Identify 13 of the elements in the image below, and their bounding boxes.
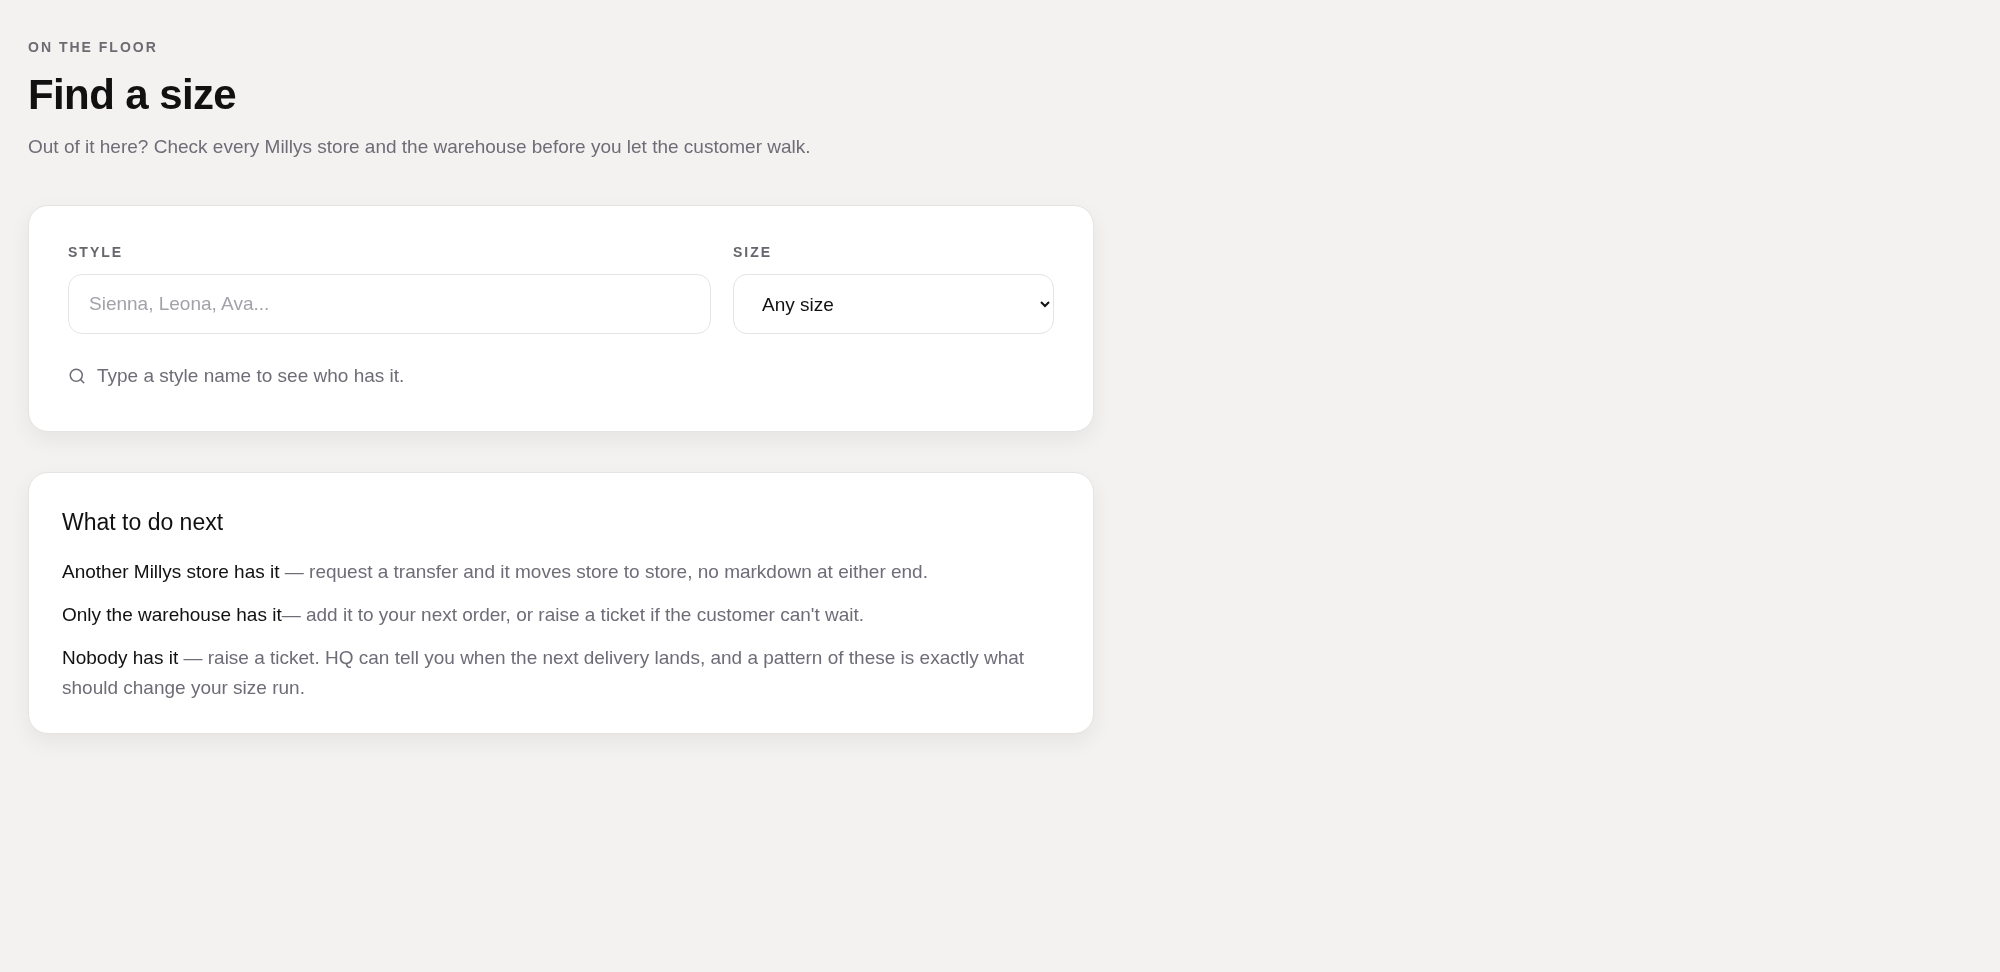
style-input-field[interactable]: Sienna, Leona, Ava... — [68, 274, 711, 334]
next-step-text: Nobody has it — raise a ticket. HQ can tell you when the next delivery lands, and a pattern of these is exactly what should change your size run. — [62, 646, 1026, 700]
next-step-text: Only the warehouse has it— add it to your next order, or raise a ticket if the customer can't wait. — [62, 603, 866, 627]
size-select[interactable]: Any size — [733, 274, 1054, 334]
field-label: SIZE — [733, 243, 774, 261]
field-label: STYLE — [68, 243, 125, 261]
page-title: Find a size — [28, 70, 238, 120]
eyebrow-text: ON THE FLOOR — [28, 38, 159, 56]
hint-text: Type a style name to see who has it. — [97, 364, 405, 388]
page-subtitle: Out of it here? Check every Millys store and the warehouse before you let the customer walk. — [28, 135, 812, 159]
card-title: What to do next — [62, 508, 225, 537]
search-icon — [68, 367, 86, 385]
next-step-text: Another Millys store has it — request a transfer and it moves store to store, no markdown at either end. — [62, 560, 929, 584]
